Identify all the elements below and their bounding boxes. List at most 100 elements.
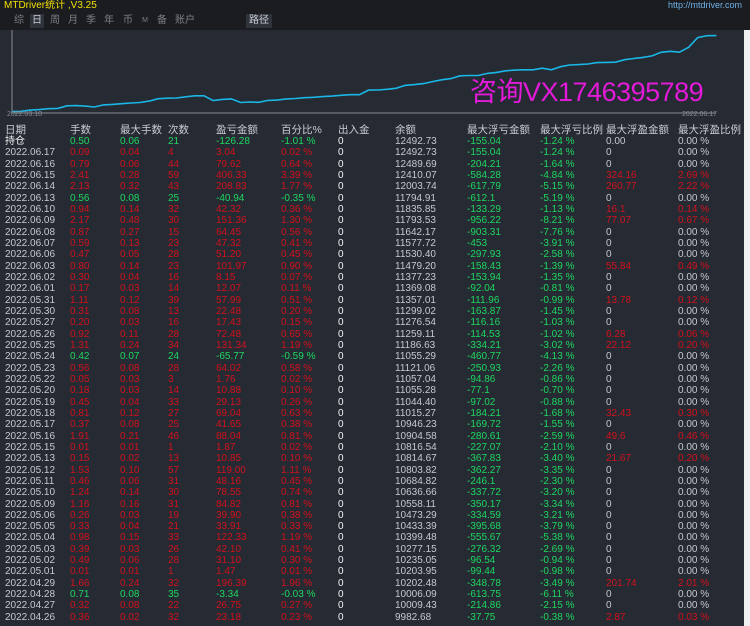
table-row[interactable]: 2022.05.22 0.05 0.03 3 1.76 0.02 % 0 11057.04 -9… [0, 374, 744, 385]
cell-百分比%: 0.64 % [281, 158, 313, 170]
cell-次数: 43 [168, 181, 180, 193]
table-row[interactable]: 2022.06.09 2.17 0.48 30 151.36 1.30 % 0 11793.5… [0, 215, 744, 226]
table-row[interactable]: 2022.05.23 0.56 0.08 28 64.02 0.58 % 0 11121.06… [0, 363, 744, 374]
cell-最大浮盈比例: 0.67 % [678, 215, 710, 227]
cell-出入金: 0 [338, 158, 344, 170]
cell-最大浮亏比例: -1.03 % [540, 317, 575, 329]
table-row[interactable]: 2022.06.07 0.59 0.13 23 47.32 0.41 % 0 11577.72… [0, 238, 744, 249]
cell-最大浮亏金额: -460.77 [467, 351, 501, 363]
table-row[interactable]: 2022.06.10 0.94 0.14 32 42.32 0.36 % 0 11835.85… [0, 204, 744, 215]
table-row[interactable]: 2022.05.02 0.49 0.06 28 31.10 0.30 % 0 10235.05… [0, 555, 744, 566]
table-row[interactable]: 2022.06.02 0.30 0.04 16 8.15 0.07 % 0 11377.23 -… [0, 272, 744, 283]
tab-2[interactable]: 周 [48, 14, 62, 28]
cell-出入金: 0 [338, 351, 344, 363]
table-row[interactable]: 2022.06.03 0.80 0.14 23 101.97 0.90 % 0 11479.2… [0, 261, 744, 272]
column-header[interactable]: 最大浮亏比例 [540, 124, 603, 136]
column-header[interactable]: 次数 [168, 124, 189, 136]
table-row[interactable]: 2022.05.30 0.31 0.08 13 22.48 0.20 % 0 11299.02… [0, 306, 744, 317]
table-row[interactable]: 2022.04.28 0.71 0.08 35 -3.34 -0.03 % 0 10006.0… [0, 589, 744, 600]
cell-最大浮盈金额: 21.67 [606, 453, 632, 465]
table-row[interactable]: 2022.05.05 0.33 0.04 21 33.91 0.33 % 0 10433.39… [0, 521, 744, 532]
column-header[interactable]: 余额 [395, 124, 416, 136]
column-header[interactable]: 百分比% [281, 124, 322, 136]
cell-余额: 10473.29 [395, 509, 437, 521]
cell-最大浮亏金额: -276.32 [467, 543, 501, 555]
tab-4[interactable]: 季 [84, 14, 98, 28]
column-header[interactable]: 盈亏金额 [216, 124, 258, 136]
cell-日期: 2022.06.14 [5, 181, 56, 193]
open-positions-row[interactable]: 持仓 0.50 0.06 21 -126.28 -1.01 % 0 12492.73 -155.… [0, 136, 744, 147]
balance-point [377, 89, 379, 91]
table-row[interactable]: 2022.05.01 0.01 0.01 1 1.47 0.01 % 0 10203.95 -9… [0, 566, 744, 577]
table-row[interactable]: 2022.05.13 0.15 0.02 13 10.85 0.10 % 0 10814.67… [0, 453, 744, 464]
tab-7[interactable]: M [139, 14, 151, 28]
column-header[interactable]: 手数 [70, 124, 91, 136]
cell-出入金: 0 [338, 237, 344, 249]
column-header[interactable]: 最大手数 [120, 124, 162, 136]
website-link[interactable]: http://mtdriver.com [668, 0, 742, 11]
cell-盈亏金额: 17.43 [216, 317, 242, 329]
cell-日期: 2022.05.22 [5, 373, 56, 385]
table-row[interactable]: 2022.06.13 0.56 0.08 25 -40.94 -0.35 % 0 11794.… [0, 193, 744, 204]
table-row[interactable]: 2022.04.27 0.32 0.08 22 26.75 0.27 % 0 10009.43… [0, 600, 744, 611]
table-row[interactable]: 2022.05.18 0.81 0.12 27 69.04 0.63 % 0 11015.27… [0, 408, 744, 419]
table-row[interactable]: 2022.05.26 0.92 0.11 28 72.48 0.65 % 0 11259.11… [0, 329, 744, 340]
table-row[interactable]: 2022.04.29 1.66 0.24 32 196.39 1.96 % 0 10202.4… [0, 578, 744, 589]
column-header[interactable]: 出入金 [338, 124, 370, 136]
cell-出入金: 0 [338, 498, 344, 510]
column-header[interactable]: 日期 [5, 124, 26, 136]
table-row[interactable]: 2022.05.11 0.46 0.06 31 48.16 0.45 % 0 10684.82… [0, 476, 744, 487]
cell-最大浮盈比例: 0.00 % [678, 555, 710, 567]
column-header[interactable]: 最大浮盈比例 [678, 124, 741, 136]
tab-1[interactable]: 日 [30, 14, 44, 28]
table-row[interactable]: 2022.05.17 0.37 0.08 25 41.65 0.38 % 0 10946.23… [0, 419, 744, 430]
table-row[interactable]: 2022.05.03 0.39 0.03 26 42.10 0.41 % 0 10277.15… [0, 544, 744, 555]
cell-最大浮亏金额: -92.04 [467, 283, 496, 295]
cell-手数: 2.41 [70, 169, 90, 181]
table-row[interactable]: 2022.05.24 0.42 0.07 24 -65.77 -0.59 % 0 11055.… [0, 351, 744, 362]
tab-5[interactable]: 年 [102, 14, 116, 28]
cell-最大浮亏金额: -334.21 [467, 339, 501, 351]
table-row[interactable]: 2022.05.19 0.45 0.04 33 29.13 0.26 % 0 11044.40… [0, 397, 744, 408]
tab-3[interactable]: 月 [66, 14, 80, 28]
cell-最大手数: 0.48 [120, 215, 140, 227]
table-row[interactable]: 2022.05.09 1.16 0.16 31 84.82 0.81 % 0 10558.11… [0, 499, 744, 510]
column-header[interactable]: 最大浮盈金额 [606, 124, 669, 136]
path-button[interactable]: 路径 [246, 14, 272, 28]
tab-0[interactable]: 综 [12, 14, 26, 28]
tab-9[interactable]: 账户 [173, 14, 197, 28]
table-row[interactable]: 2022.06.01 0.17 0.03 14 12.07 0.11 % 0 11369.08… [0, 283, 744, 294]
cell-手数: 0.32 [70, 600, 90, 612]
table-row[interactable]: 2022.05.25 1.31 0.24 34 131.34 1.19 % 0 11186.6… [0, 340, 744, 351]
table-row[interactable]: 2022.05.15 0.01 0.01 1 1.87 0.02 % 0 10816.54 -2… [0, 442, 744, 453]
cell-最大手数: 0.06 [120, 555, 140, 567]
table-row[interactable]: 2022.05.12 1.53 0.10 57 119.00 1.11 % 0 10803.8… [0, 465, 744, 476]
table-row[interactable]: 2022.06.06 0.47 0.05 28 51.20 0.45 % 0 11530.40… [0, 249, 744, 260]
column-header[interactable]: 最大浮亏金额 [467, 124, 530, 136]
cell-最大手数: 0.08 [120, 589, 140, 601]
table-row[interactable]: 2022.05.16 1.91 0.21 46 88.04 0.81 % 0 10904.58… [0, 431, 744, 442]
cell-最大手数: 0.28 [120, 169, 140, 181]
table-row[interactable]: 2022.05.04 0.98 0.15 33 122.33 1.19 % 0 10399.4… [0, 532, 744, 543]
cell-盈亏金额: -3.34 [216, 589, 239, 601]
table-row[interactable]: 2022.04.26 0.36 0.02 32 23.18 0.23 % 0 9982.68 -… [0, 612, 744, 623]
table-row[interactable]: 2022.06.08 0.87 0.27 15 64.45 0.56 % 0 11642.17… [0, 227, 744, 238]
table-row[interactable]: 2022.06.14 2.13 0.32 43 208.83 1.77 % 0 12003.7… [0, 181, 744, 192]
cell-日期: 2022.05.06 [5, 509, 56, 521]
table-row[interactable]: 2022.05.27 0.20 0.03 16 17.43 0.15 % 0 11276.54… [0, 317, 744, 328]
cell-余额: 10904.58 [395, 430, 437, 442]
table-row[interactable]: 2022.05.10 1.24 0.14 30 78.55 0.74 % 0 10636.66… [0, 487, 744, 498]
table-row[interactable]: 2022.05.31 1.11 0.12 39 57.99 0.51 % 0 11357.01… [0, 295, 744, 306]
tab-6[interactable]: 币 [121, 14, 135, 28]
table-row[interactable]: 2022.06.15 2.41 0.28 59 406.33 3.39 % 0 12410.0… [0, 170, 744, 181]
table-row[interactable]: 2022.06.16 0.79 0.06 44 79.62 0.64 % 0 12489.69… [0, 159, 744, 170]
tab-8[interactable]: 备 [155, 14, 169, 28]
vertical-scrollbar[interactable] [744, 30, 750, 626]
table-row[interactable]: 2022.05.06 0.26 0.03 19 39.90 0.38 % 0 10473.29… [0, 510, 744, 521]
table-row[interactable]: 2022.06.17 0.09 0.04 4 3.04 0.02 % 0 12492.73 -1… [0, 147, 744, 158]
cell-日期: 2022.04.27 [5, 600, 56, 612]
cell-最大浮盈金额: 0 [606, 419, 612, 431]
cell-余额: 11044.40 [395, 396, 436, 408]
cell-最大浮盈比例: 0.00 % [678, 136, 710, 147]
table-row[interactable]: 2022.05.20 0.18 0.03 14 10.88 0.10 % 0 11055.28… [0, 385, 744, 396]
